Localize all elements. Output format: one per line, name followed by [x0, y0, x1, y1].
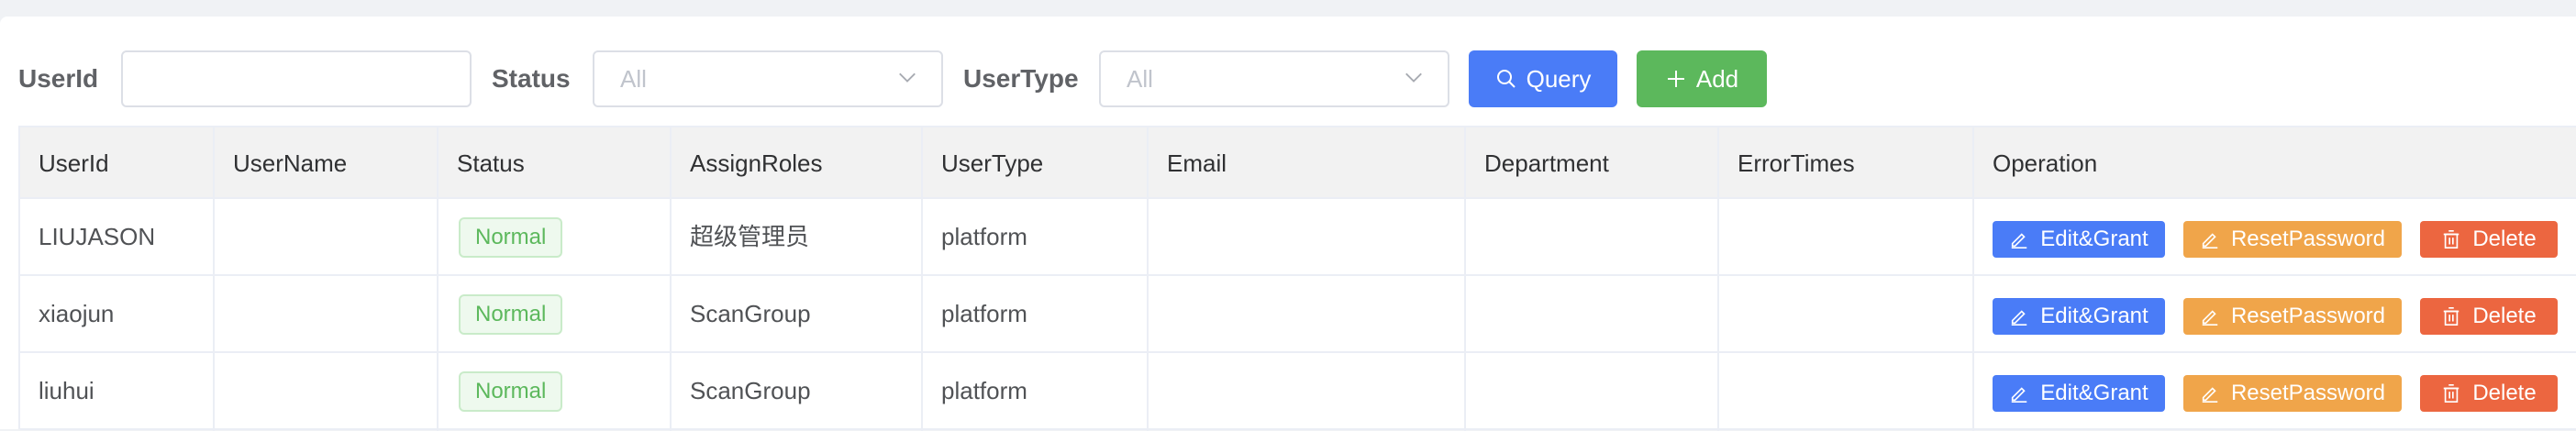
edit-icon — [2012, 233, 2027, 249]
cell-usertype: platform — [941, 377, 1027, 404]
usertype-select-value: All — [1127, 65, 1153, 93]
table-row: xiaojun Normal ScanGroup platform Edit&G… — [20, 276, 2576, 353]
search-icon — [1496, 70, 1516, 88]
userid-input[interactable] — [121, 50, 472, 107]
edit-grant-button[interactable]: Edit&Grant — [1993, 298, 2165, 335]
edit-grant-label: Edit&Grant — [2040, 304, 2149, 328]
chevron-down-icon — [1405, 72, 1422, 83]
cell-email — [1149, 276, 1167, 351]
cell-errortimes — [1719, 276, 1738, 351]
column-header-usertype: UserType — [941, 149, 1044, 177]
column-divider — [1147, 127, 1149, 431]
delete-button[interactable]: Delete — [2420, 298, 2558, 335]
cell-userid: liuhui — [39, 377, 94, 404]
column-header-userid: UserId — [39, 149, 109, 177]
cell-errortimes — [1719, 199, 1738, 274]
status-badge: Normal — [459, 217, 563, 258]
column-header-assignroles: AssignRoles — [690, 149, 823, 177]
query-button[interactable]: Query — [1469, 50, 1617, 107]
delete-label: Delete — [2472, 304, 2537, 328]
reset-password-label: ResetPassword — [2230, 381, 2386, 405]
add-button-label: Add — [1695, 64, 1739, 93]
userid-filter-label: UserId — [18, 64, 99, 93]
cell-roles: ScanGroup — [690, 300, 811, 327]
edit-icon — [2202, 233, 2218, 249]
cell-username — [215, 353, 233, 428]
cell-department — [1466, 199, 1484, 274]
plus-icon — [1667, 71, 1684, 87]
cell-department — [1466, 276, 1484, 351]
usertype-select[interactable]: All — [1099, 50, 1449, 107]
cell-username — [215, 276, 233, 351]
cell-email — [1149, 199, 1167, 274]
status-select[interactable]: All — [593, 50, 943, 107]
edit-grant-button[interactable]: Edit&Grant — [1993, 221, 2165, 258]
delete-label: Delete — [2472, 227, 2537, 251]
users-table: UserId UserName Status AssignRoles UserT… — [18, 126, 2576, 431]
trash-icon — [2444, 230, 2459, 249]
add-button[interactable]: Add — [1637, 50, 1767, 107]
cell-email — [1149, 353, 1167, 428]
cell-userid: LIUJASON — [39, 223, 156, 250]
reset-password-button[interactable]: ResetPassword — [2183, 221, 2402, 258]
delete-label: Delete — [2472, 381, 2537, 405]
cell-userid: xiaojun — [39, 300, 115, 327]
column-divider — [1464, 127, 1466, 431]
cell-roles: ScanGroup — [690, 377, 811, 404]
column-header-errortimes: ErrorTimes — [1738, 149, 1855, 177]
reset-password-label: ResetPassword — [2230, 304, 2386, 328]
edit-grant-label: Edit&Grant — [2040, 227, 2149, 251]
cell-errortimes — [1719, 353, 1738, 428]
reset-password-button[interactable]: ResetPassword — [2183, 375, 2402, 412]
trash-icon — [2444, 384, 2459, 403]
column-divider — [1972, 127, 1974, 431]
column-header-email: Email — [1167, 149, 1227, 177]
delete-button[interactable]: Delete — [2420, 221, 2558, 258]
status-select-value: All — [620, 65, 647, 93]
status-filter-label: Status — [492, 64, 571, 93]
chevron-down-icon — [899, 72, 916, 83]
table-row: liuhui Normal ScanGroup platform Edit&Gr… — [20, 353, 2576, 430]
edit-icon — [2202, 387, 2218, 403]
usertype-filter-label: UserType — [963, 64, 1079, 93]
column-header-username: UserName — [233, 149, 348, 177]
edit-icon — [2012, 310, 2027, 326]
edit-icon — [2012, 387, 2027, 403]
column-header-status: Status — [457, 149, 525, 177]
table-row: LIUJASON Normal 超级管理员 platform Edit&Gran… — [20, 199, 2576, 276]
table-header: UserId UserName Status AssignRoles UserT… — [20, 127, 2576, 199]
trash-icon — [2444, 307, 2459, 326]
column-header-department: Department — [1484, 149, 1609, 177]
cell-usertype: platform — [941, 223, 1027, 250]
edit-grant-label: Edit&Grant — [2040, 381, 2149, 405]
cell-usertype: platform — [941, 300, 1027, 327]
query-button-label: Query — [1526, 64, 1592, 93]
delete-button[interactable]: Delete — [2420, 375, 2558, 412]
reset-password-label: ResetPassword — [2230, 227, 2386, 251]
cell-roles: 超级管理员 — [690, 223, 810, 250]
cell-username — [215, 199, 233, 274]
column-divider — [1717, 127, 1719, 431]
edit-icon — [2202, 310, 2218, 326]
column-divider — [213, 127, 215, 431]
status-badge: Normal — [459, 294, 563, 335]
status-badge: Normal — [459, 371, 563, 412]
column-divider — [670, 127, 672, 431]
reset-password-button[interactable]: ResetPassword — [2183, 298, 2402, 335]
column-divider — [921, 127, 923, 431]
column-header-operation: Operation — [1993, 149, 2098, 177]
cell-department — [1466, 353, 1484, 428]
column-divider — [437, 127, 439, 431]
edit-grant-button[interactable]: Edit&Grant — [1993, 375, 2165, 412]
